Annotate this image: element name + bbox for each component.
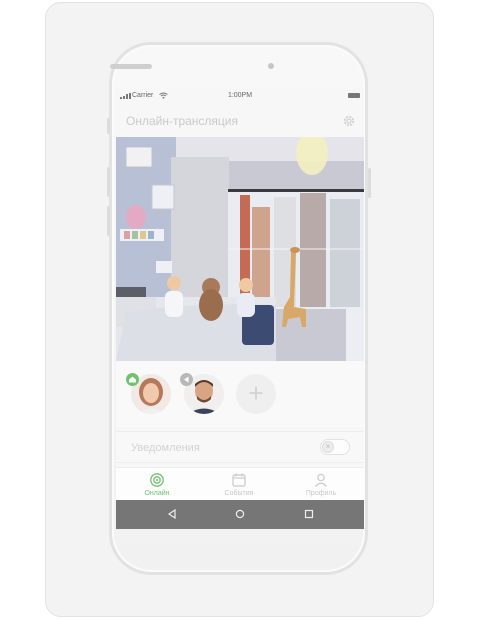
notifications-toggle[interactable]: ×	[320, 439, 350, 455]
phone-speaker	[110, 64, 152, 69]
phone-front-camera	[268, 63, 274, 69]
tab-online[interactable]: Онлайн	[116, 468, 198, 501]
tab-profile-label: Профиль	[305, 490, 337, 497]
back-icon[interactable]	[165, 507, 179, 521]
add-contact-button[interactable]: +	[236, 374, 276, 414]
notifications-label: Уведомления	[131, 442, 200, 454]
tab-profile[interactable]: Профиль	[280, 468, 362, 501]
recent-apps-icon[interactable]	[302, 507, 316, 521]
camera-icon	[150, 473, 164, 487]
notifications-row: Уведомления ×	[116, 431, 364, 463]
tab-events[interactable]: События	[198, 468, 280, 501]
status-time: 1:00PM	[227, 92, 253, 99]
app-header: Онлайн-трансляция	[116, 103, 364, 137]
contacts-row: +	[116, 361, 364, 427]
live-video-feed[interactable]	[116, 137, 364, 361]
person-icon	[315, 473, 327, 487]
home-icon	[126, 373, 139, 386]
phone-power-button	[368, 168, 371, 198]
battery-icon	[348, 93, 360, 98]
bottom-tab-bar: Онлайн События Профиль	[116, 467, 364, 501]
gear-icon[interactable]	[342, 114, 356, 128]
phone-volume-down	[107, 206, 110, 236]
arrow-icon	[180, 373, 193, 386]
calendar-icon	[232, 473, 246, 487]
tab-events-label: События	[224, 490, 254, 497]
home-nav-icon[interactable]	[233, 507, 247, 521]
page-title: Онлайн-трансляция	[126, 114, 239, 128]
phone-volume-up	[107, 167, 110, 197]
app-screen: Carrier 1:00PM Онлайн-трансляция + Уведо…	[116, 89, 364, 529]
close-icon: ×	[322, 441, 334, 453]
android-nav-bar	[116, 500, 364, 529]
status-bar: Carrier 1:00PM	[116, 89, 364, 103]
phone-side-button	[107, 118, 110, 134]
tab-online-label: Онлайн	[144, 490, 170, 497]
